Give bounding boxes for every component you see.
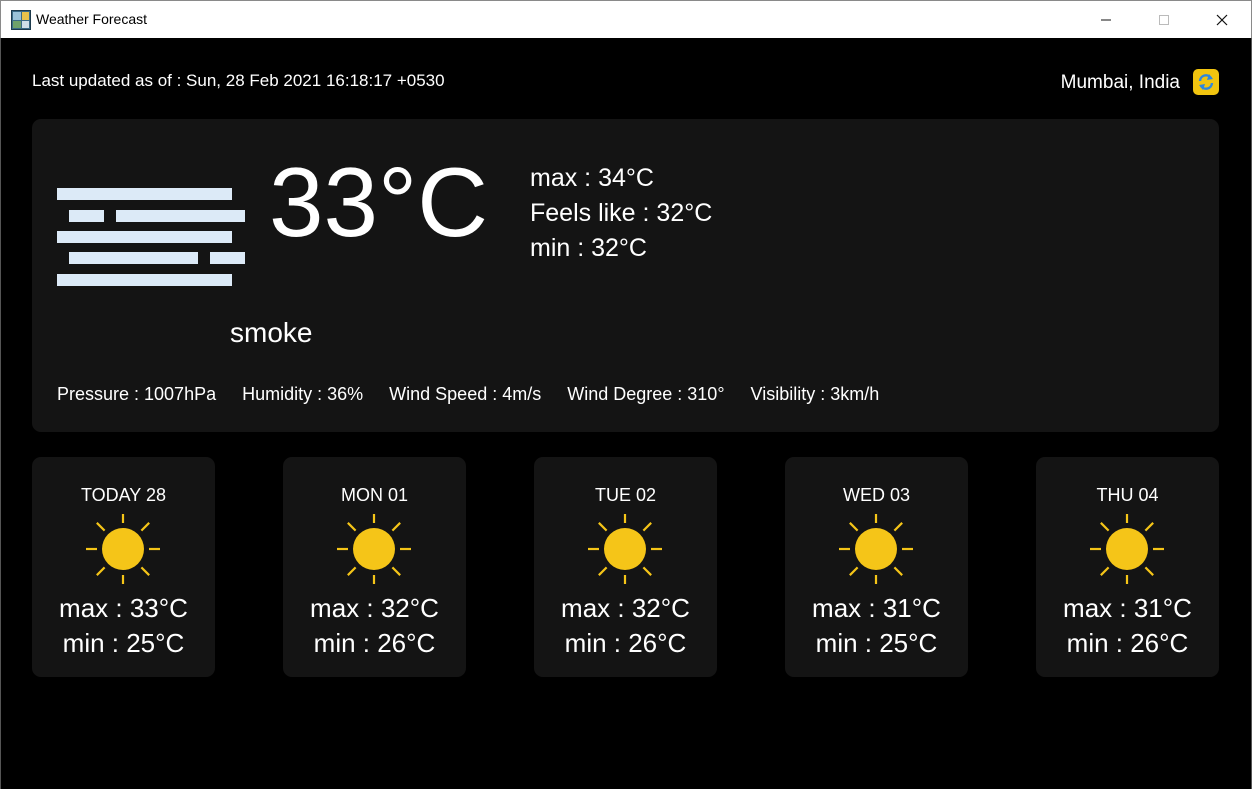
title-bar: Weather Forecast <box>0 0 1252 38</box>
forecast-max: max : 31°C <box>812 593 941 623</box>
window-border-left <box>0 38 1 789</box>
feels-like-temperature: Feels like : 32°C <box>530 199 713 227</box>
forecast-min: min : 26°C <box>1066 628 1189 658</box>
window-title: Weather Forecast <box>36 11 148 27</box>
sun-icon <box>86 514 160 584</box>
forecast-max: max : 33°C <box>59 593 188 623</box>
refresh-button[interactable] <box>1193 69 1219 95</box>
forecast-day: MON 01 <box>340 485 409 505</box>
minimize-icon <box>1101 19 1111 20</box>
temperature-details: max : 34°C Feels like : 32°C min : 32°C <box>530 161 712 266</box>
forecast-card: THU 04 max : 31°C min : 26°C <box>1036 457 1219 677</box>
forecast-min: min : 25°C <box>62 628 185 658</box>
wind-degree-stat: Wind Degree : 310° <box>567 384 725 404</box>
weather-stats: Pressure : 1007hPa Humidity : 36% Wind S… <box>57 384 905 405</box>
refresh-icon <box>1198 74 1214 90</box>
forecast-day: TODAY 28 <box>80 485 167 505</box>
forecast-min: min : 25°C <box>815 628 938 658</box>
sun-icon <box>337 514 411 584</box>
sun-icon <box>588 514 662 584</box>
max-temperature: max : 34°C <box>530 164 654 192</box>
last-updated-text: Last updated as of : Sun, 28 Feb 2021 16… <box>32 71 445 90</box>
weather-condition: smoke <box>230 317 313 348</box>
location-label: Mumbai, India <box>1060 72 1180 93</box>
forecast-max: max : 31°C <box>1063 593 1192 623</box>
forecast-min: min : 26°C <box>313 628 436 658</box>
forecast-max: max : 32°C <box>310 593 439 623</box>
wind-speed-stat: Wind Speed : 4m/s <box>389 384 542 404</box>
maximize-button[interactable] <box>1135 1 1193 38</box>
smoke-icon <box>57 188 245 286</box>
minimize-button[interactable] <box>1077 1 1135 38</box>
forecast-max: max : 32°C <box>561 593 690 623</box>
forecast-card: WED 03 max : 31°C min : 25°C <box>785 457 968 677</box>
current-temperature: 33°C <box>269 147 488 257</box>
humidity-stat: Humidity : 36% <box>242 384 364 404</box>
pressure-stat: Pressure : 1007hPa <box>57 384 217 404</box>
forecast-card: TUE 02 max : 32°C min : 26°C <box>534 457 717 677</box>
forecast-card: MON 01 max : 32°C min : 26°C <box>283 457 466 677</box>
forecast-day: TUE 02 <box>594 485 657 505</box>
sun-icon <box>1090 514 1164 584</box>
forecast-day: WED 03 <box>842 485 911 505</box>
forecast-card: TODAY 28 max : 33°C min : 25°C <box>32 457 215 677</box>
app-icon <box>11 10 31 30</box>
close-button[interactable] <box>1193 1 1251 38</box>
close-icon <box>1216 14 1228 25</box>
maximize-icon <box>1159 14 1169 25</box>
forecast-day: THU 04 <box>1096 485 1159 505</box>
forecast-min: min : 26°C <box>564 628 687 658</box>
current-weather-card: 33°C max : 34°C Feels like : 32°C min : … <box>32 119 1219 432</box>
sun-icon <box>839 514 913 584</box>
visibility-stat: Visibility : 3km/h <box>750 384 880 404</box>
min-temperature: min : 32°C <box>530 234 647 262</box>
